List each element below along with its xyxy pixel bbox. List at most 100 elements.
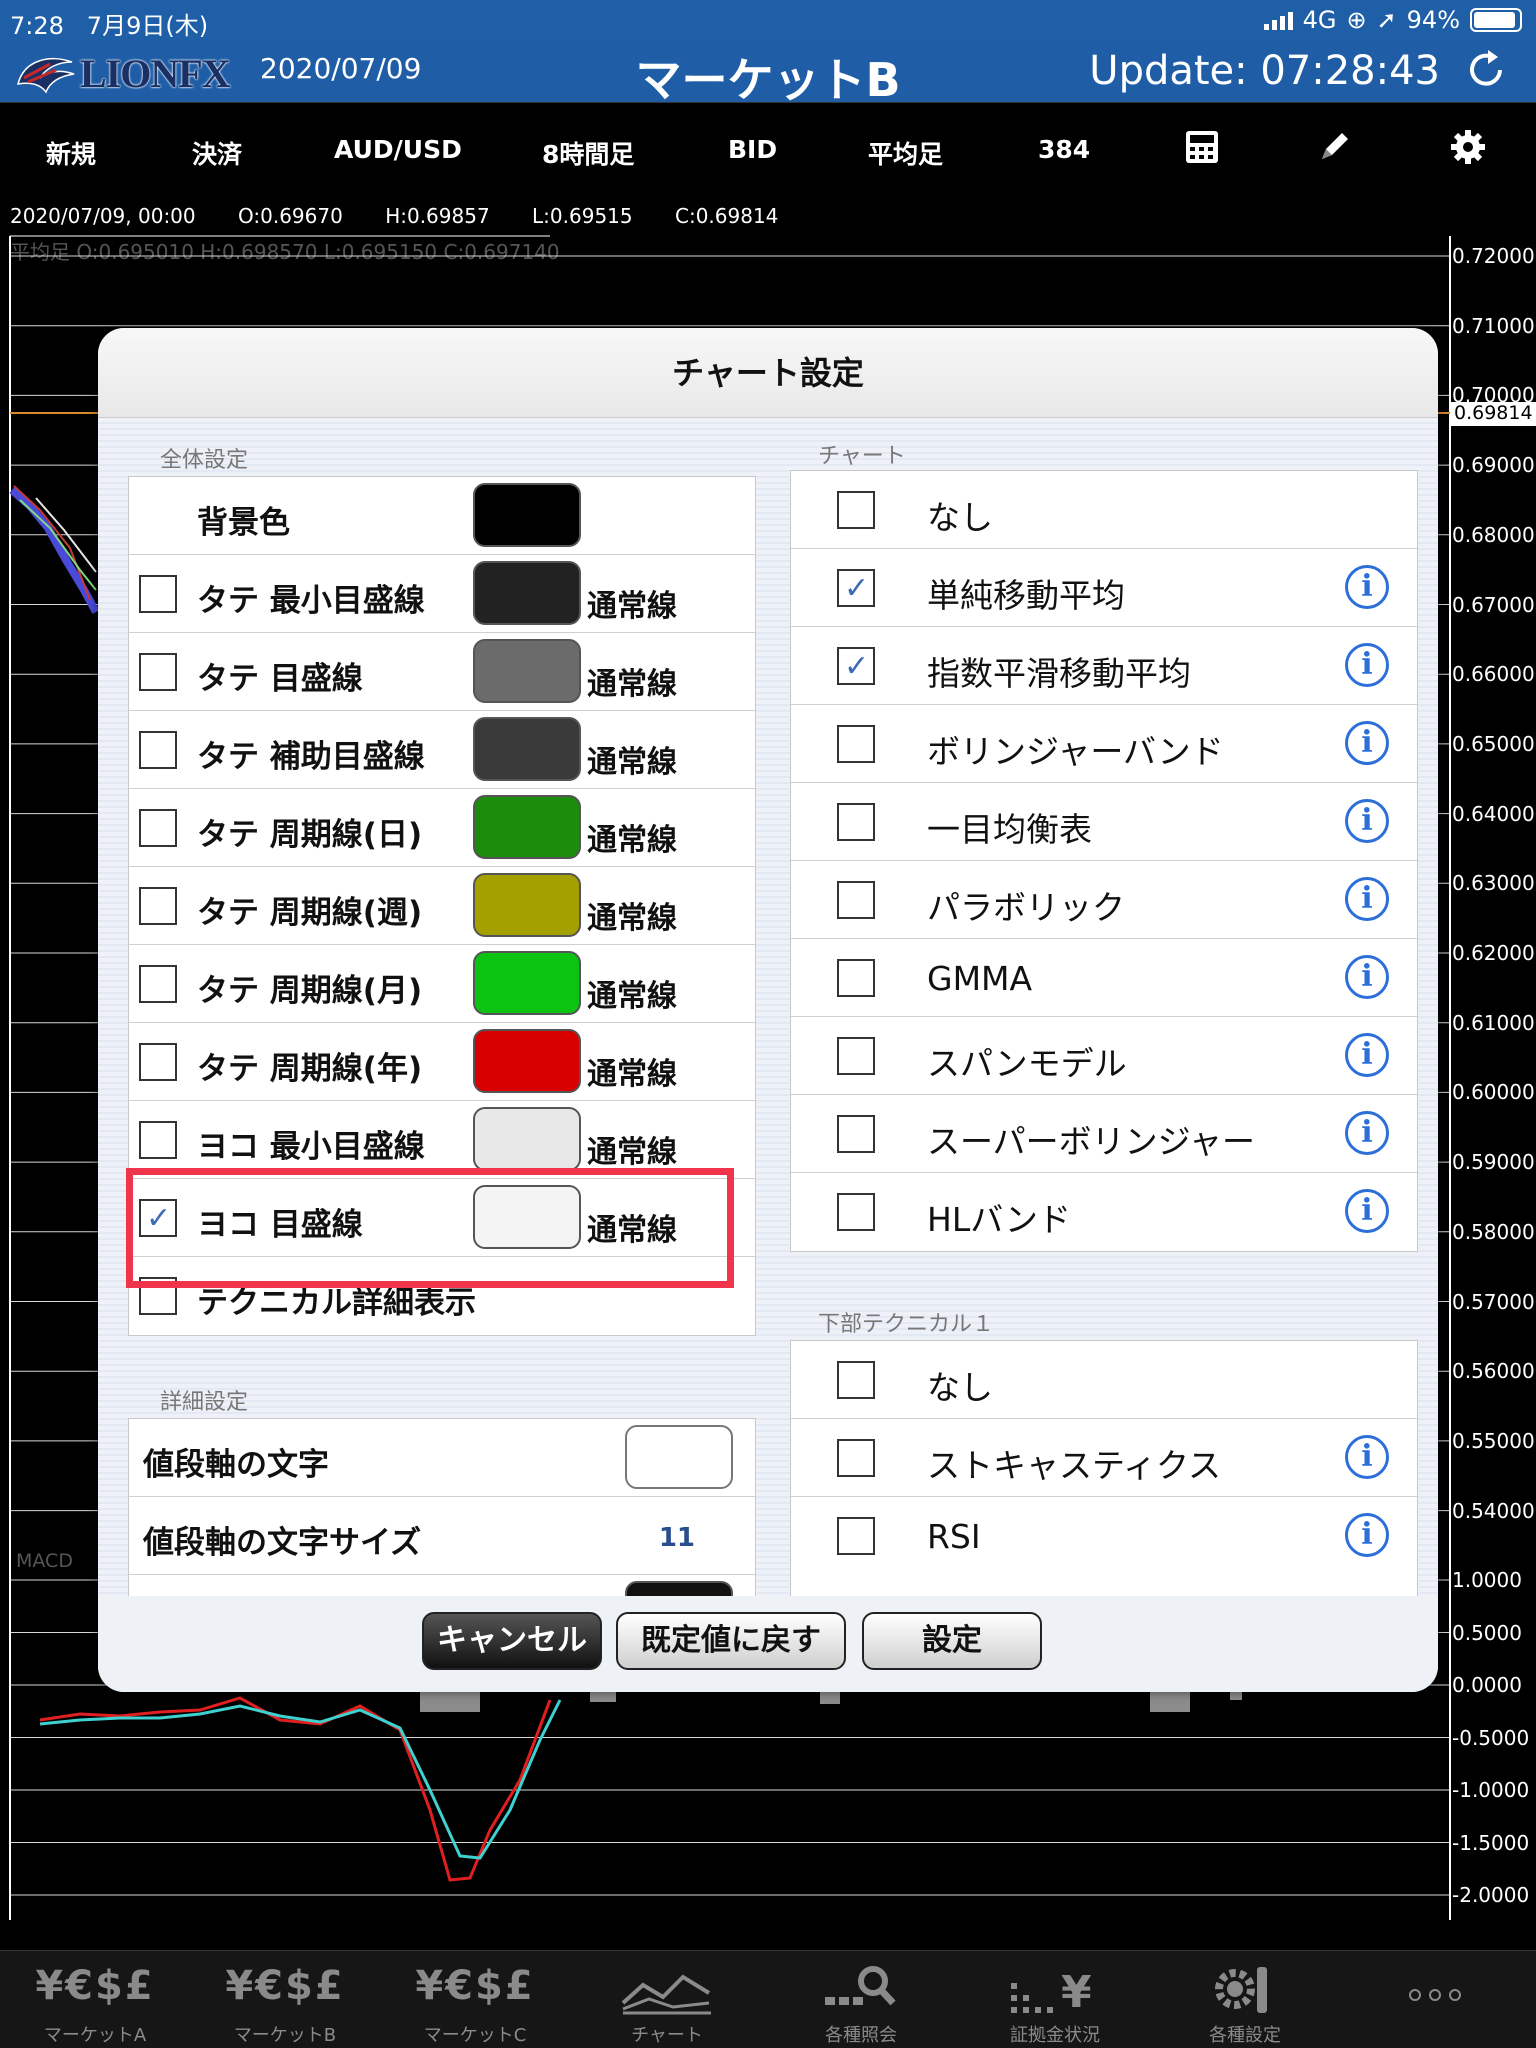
info-icon[interactable]: i xyxy=(1345,877,1389,921)
tab-item[interactable]: ¥€$£ マーケットC xyxy=(380,1951,570,2048)
bottom-tab-bar: ¥€$£ マーケットA ¥€$£ マーケットB ¥€$£ マーケットC チャート 各種照会 ¥ 証… xyxy=(0,1950,1536,2048)
detail-setting-row[interactable]: 値段軸の文字サイズ 11 xyxy=(129,1497,755,1575)
line-type-selector[interactable]: 通常線 xyxy=(587,893,677,937)
info-icon[interactable]: i xyxy=(1345,565,1389,609)
indicator-label: スパンモデル xyxy=(927,1044,1127,1083)
indicator-checkbox[interactable] xyxy=(837,881,875,919)
indicator-row[interactable]: パラボリック i xyxy=(791,861,1417,939)
price-axis-label: 0.63000 xyxy=(1452,871,1535,896)
macd-axis-label: -1.5000 xyxy=(1452,1830,1530,1855)
color-swatch[interactable] xyxy=(473,795,581,859)
color-swatch[interactable] xyxy=(473,1107,581,1171)
info-icon[interactable]: i xyxy=(1345,721,1389,765)
setting-checkbox[interactable] xyxy=(139,887,177,925)
tab-label: 証拠金状況 xyxy=(1010,2025,1100,2046)
indicator-row[interactable]: ボリンジャーバンド i xyxy=(791,705,1417,783)
line-type-selector[interactable]: 通常線 xyxy=(587,1049,677,1093)
info-icon[interactable]: i xyxy=(1345,1111,1389,1155)
info-icon[interactable]: i xyxy=(1345,955,1389,999)
setting-checkbox[interactable] xyxy=(139,1043,177,1081)
info-icon[interactable]: i xyxy=(1345,1435,1389,1479)
indicator-row[interactable]: スーパーボリンジャー i xyxy=(791,1095,1417,1173)
info-icon[interactable]: i xyxy=(1345,1189,1389,1233)
indicator-checkbox[interactable] xyxy=(837,1517,875,1555)
tab-item[interactable]: 各種照会 xyxy=(766,1951,956,2048)
indicator-row[interactable]: ストキャスティクス i xyxy=(791,1419,1417,1497)
indicator-checkbox[interactable] xyxy=(837,803,875,841)
font-size-value[interactable]: 11 xyxy=(659,1523,695,1553)
info-icon[interactable]: i xyxy=(1345,643,1389,687)
line-type-selector[interactable]: 通常線 xyxy=(587,659,677,703)
color-swatch[interactable] xyxy=(625,1581,733,1596)
detail-settings-title: 詳細設定 xyxy=(160,1390,249,1415)
detail-setting-row[interactable]: 値段軸の文字 xyxy=(129,1419,755,1497)
indicator-row[interactable]: 一目均衡表 i xyxy=(791,783,1417,861)
cancel-button[interactable]: キャンセル xyxy=(422,1612,602,1670)
setting-checkbox[interactable] xyxy=(139,965,177,1003)
indicator-checkbox[interactable]: ✓ xyxy=(837,569,875,607)
tab-item[interactable]: チャート xyxy=(572,1951,762,2048)
tab-item[interactable]: ¥€$£ マーケットB xyxy=(190,1951,380,2048)
general-setting-row[interactable]: タテ 周期線(週) 通常線 xyxy=(129,867,755,945)
color-swatch[interactable] xyxy=(473,561,581,625)
color-swatch[interactable] xyxy=(473,717,581,781)
tab-item[interactable]: 各種設定 xyxy=(1150,1951,1340,2048)
general-setting-row[interactable]: タテ 最小目盛線 通常線 xyxy=(129,555,755,633)
tab-item[interactable] xyxy=(1340,1951,1530,2048)
setting-checkbox[interactable] xyxy=(139,653,177,691)
general-setting-row[interactable]: タテ 周期線(月) 通常線 xyxy=(129,945,755,1023)
indicator-checkbox[interactable]: ✓ xyxy=(837,647,875,685)
info-icon[interactable]: i xyxy=(1345,1033,1389,1077)
color-swatch[interactable] xyxy=(473,951,581,1015)
tab-item[interactable]: ¥€$£ マーケットA xyxy=(0,1951,190,2048)
line-type-selector[interactable]: 通常線 xyxy=(587,737,677,781)
info-icon[interactable]: i xyxy=(1345,1513,1389,1557)
tab-item[interactable]: ¥ 証拠金状況 xyxy=(960,1951,1150,2048)
indicator-checkbox[interactable] xyxy=(837,1115,875,1153)
setting-label: ヨコ 最小目盛線 xyxy=(197,1129,425,1165)
macd-axis-label: -2.0000 xyxy=(1452,1883,1530,1907)
indicator-checkbox[interactable] xyxy=(837,1037,875,1075)
indicator-checkbox[interactable] xyxy=(837,1439,875,1477)
info-icon[interactable]: i xyxy=(1345,799,1389,843)
indicator-row[interactable]: スパンモデル i xyxy=(791,1017,1417,1095)
setting-checkbox[interactable] xyxy=(139,575,177,613)
color-swatch[interactable] xyxy=(473,1029,581,1093)
line-type-selector[interactable]: 通常線 xyxy=(587,1127,677,1171)
indicator-checkbox[interactable] xyxy=(837,1193,875,1231)
indicator-checkbox[interactable] xyxy=(837,725,875,763)
general-setting-row[interactable]: 背景色 xyxy=(129,477,755,555)
setting-checkbox[interactable] xyxy=(139,1121,177,1159)
indicator-row[interactable]: RSI i xyxy=(791,1497,1417,1575)
indicator-row[interactable]: ✓ 単純移動平均 i xyxy=(791,549,1417,627)
line-type-selector[interactable]: 通常線 xyxy=(587,971,677,1015)
indicator-label: なし xyxy=(927,1368,993,1407)
reset-defaults-button[interactable]: 既定値に戻す xyxy=(616,1612,846,1670)
color-swatch[interactable] xyxy=(473,483,581,547)
apply-settings-button[interactable]: 設定 xyxy=(862,1612,1042,1670)
indicator-row[interactable]: なし xyxy=(791,1341,1417,1419)
indicator-checkbox[interactable] xyxy=(837,491,875,529)
line-type-selector[interactable]: 通常線 xyxy=(587,581,677,625)
detail-setting-row[interactable] xyxy=(129,1575,755,1596)
dialog-body[interactable]: 全体設定 背景色 タテ 最小目盛線 通常線 タテ 目盛線 通常線 タテ 補助目盛線 通常線タ… xyxy=(98,418,1438,1596)
indicator-checkbox[interactable] xyxy=(837,959,875,997)
indicator-row[interactable]: GMMA i xyxy=(791,939,1417,1017)
indicator-row[interactable]: ✓ 指数平滑移動平均 i xyxy=(791,627,1417,705)
checkmark-icon: ✓ xyxy=(844,649,870,684)
indicator-row[interactable]: HLバンド i xyxy=(791,1173,1417,1251)
general-setting-row[interactable]: タテ 補助目盛線 通常線 xyxy=(129,711,755,789)
color-swatch[interactable] xyxy=(625,1425,733,1489)
indicator-row[interactable]: なし xyxy=(791,471,1417,549)
line-type-selector[interactable]: 通常線 xyxy=(587,815,677,859)
setting-checkbox[interactable] xyxy=(139,809,177,847)
general-setting-row[interactable]: タテ 周期線(年) 通常線 xyxy=(129,1023,755,1101)
setting-checkbox[interactable] xyxy=(139,731,177,769)
color-swatch[interactable] xyxy=(473,873,581,937)
indicator-checkbox[interactable] xyxy=(837,1361,875,1399)
price-axis-label: 0.56000 xyxy=(1452,1359,1535,1384)
general-setting-row[interactable]: タテ 目盛線 通常線 xyxy=(129,633,755,711)
general-setting-row[interactable]: タテ 周期線(日) 通常線 xyxy=(129,789,755,867)
color-swatch[interactable] xyxy=(473,639,581,703)
macd-signal-line xyxy=(39,1699,562,1860)
